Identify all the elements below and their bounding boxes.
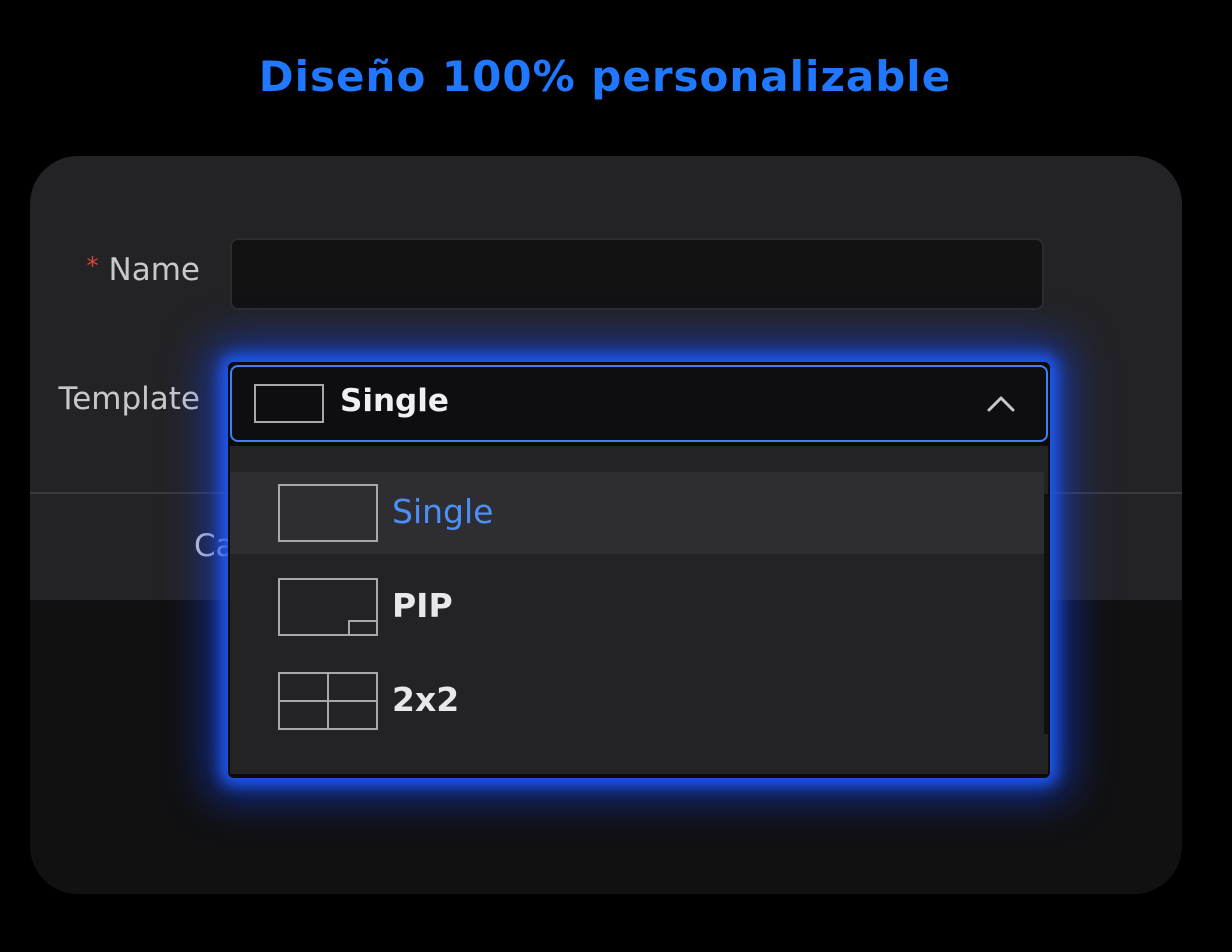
option-label: PIP: [392, 586, 453, 625]
grid-divider-horizontal: [280, 700, 376, 702]
name-label: * Name: [87, 252, 200, 288]
option-label: Single: [392, 492, 494, 531]
single-layout-icon: [278, 484, 378, 542]
name-label-text: Name: [108, 252, 200, 288]
chevron-up-icon[interactable]: [986, 389, 1016, 419]
template-label: Template: [58, 381, 200, 417]
option-2x2[interactable]: 2x2: [230, 658, 1044, 740]
option-single[interactable]: Single: [230, 472, 1044, 554]
grid-2x2-layout-icon: [278, 672, 378, 730]
template-select[interactable]: Single: [230, 365, 1048, 442]
option-pip[interactable]: PIP: [230, 564, 1044, 646]
pip-layout-icon: [278, 578, 378, 636]
option-label: 2x2: [392, 680, 460, 719]
name-input[interactable]: [230, 238, 1044, 310]
pip-inset-icon: [348, 620, 378, 636]
template-select-value: Single: [340, 383, 449, 419]
headline: Diseño 100% personalizable: [258, 52, 952, 101]
single-layout-icon: [254, 384, 324, 423]
dropdown-scrollbar[interactable]: [1044, 494, 1048, 734]
required-marker: *: [86, 252, 99, 280]
template-dropdown-menu: Single PIP 2x2: [230, 446, 1048, 774]
